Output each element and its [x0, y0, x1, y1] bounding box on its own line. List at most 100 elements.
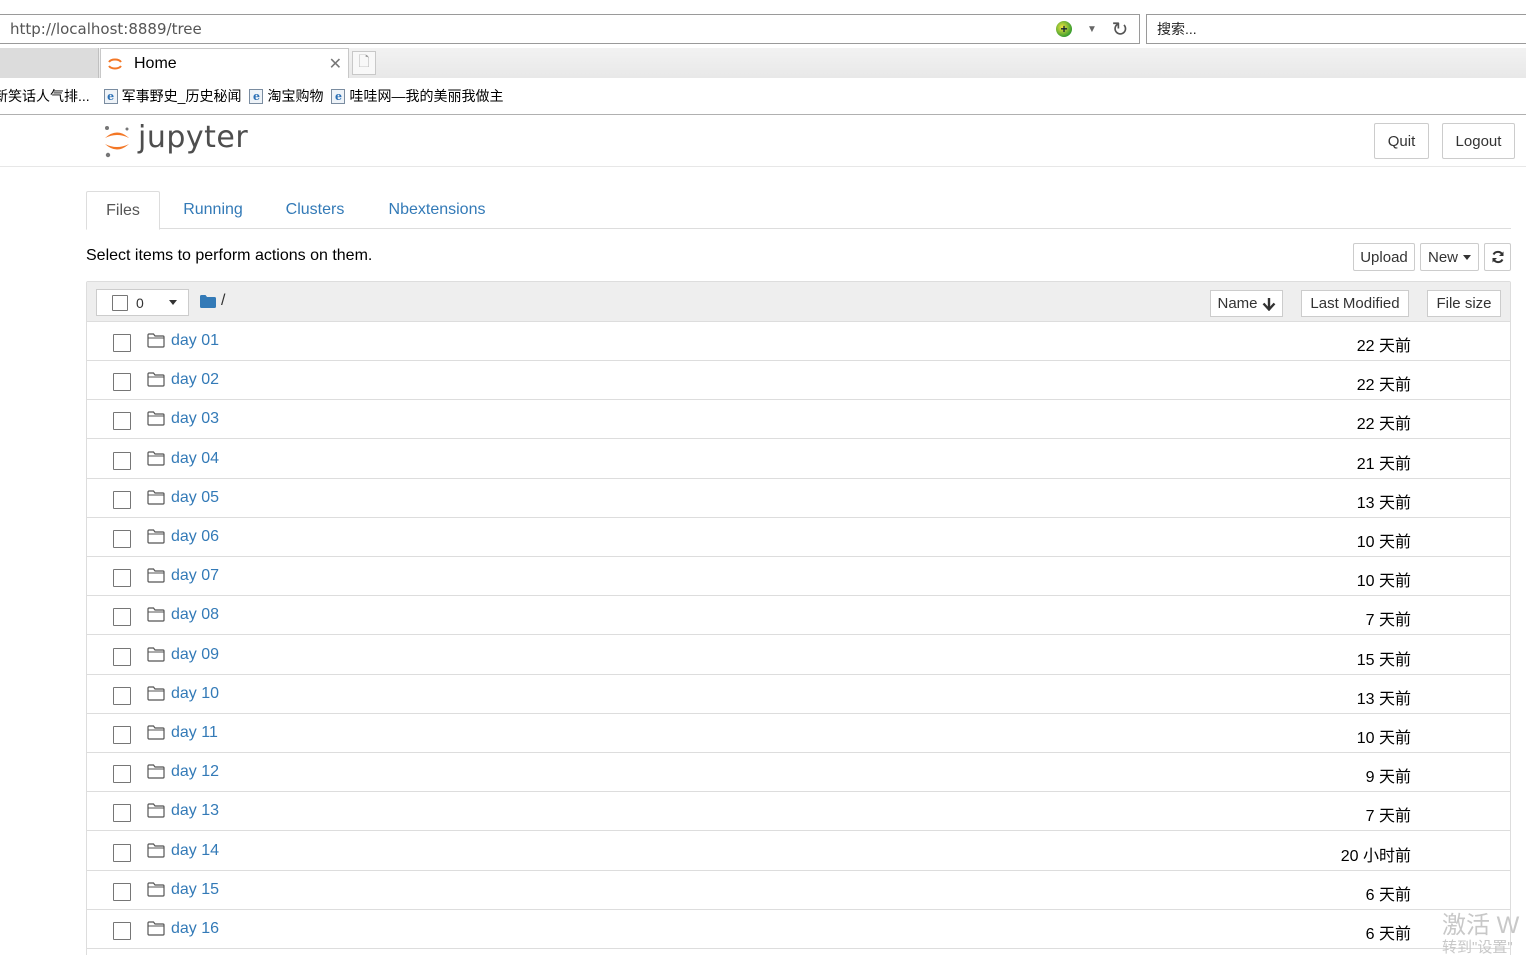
row-checkbox[interactable] — [113, 765, 131, 784]
file-name-link[interactable]: day 11 — [171, 724, 218, 742]
new-button[interactable]: New — [1420, 243, 1479, 271]
row-checkbox[interactable] — [113, 726, 131, 744]
favorite-link[interactable]: e 哇哇网—我的美丽我做主 — [331, 86, 503, 106]
refresh-list-button[interactable] — [1484, 243, 1511, 271]
sort-name-label: Name — [1217, 295, 1258, 312]
row-checkbox[interactable] — [113, 412, 131, 431]
file-name-link[interactable]: day 03 — [171, 410, 219, 428]
row-checkbox[interactable] — [113, 804, 131, 823]
file-row[interactable]: day 13 7 天前 — [87, 792, 1510, 832]
file-row[interactable]: day 15 6 天前 — [87, 870, 1510, 910]
page-icon: e — [103, 88, 118, 104]
file-row[interactable]: day 10 13 天前 — [87, 674, 1510, 714]
activation-watermark: 激活 W — [1442, 912, 1520, 939]
file-name-link[interactable]: day 12 — [171, 763, 219, 781]
select-all-control[interactable]: 0 — [96, 289, 158, 316]
folder-icon — [147, 646, 165, 662]
sort-by-modified-button[interactable]: Last Modified — [1301, 290, 1409, 317]
breadcrumb-root[interactable]: / — [221, 292, 225, 310]
folder-icon[interactable] — [200, 295, 216, 308]
go-icon[interactable]: + — [1055, 20, 1073, 38]
last-modified: 13 天前 — [1356, 690, 1411, 708]
file-row[interactable]: day 12 9 天前 — [87, 753, 1510, 793]
file-name-link[interactable]: day 09 — [171, 646, 219, 664]
instruction-text: Select items to perform actions on them. — [86, 247, 373, 264]
row-checkbox[interactable] — [113, 373, 131, 392]
file-row[interactable]: day 07 10 天前 — [87, 557, 1510, 597]
file-name-link[interactable]: day 08 — [171, 606, 219, 624]
row-checkbox[interactable] — [113, 686, 131, 705]
file-name-link[interactable]: day 13 — [171, 802, 219, 820]
folder-icon — [147, 686, 165, 701]
row-checkbox[interactable] — [113, 647, 131, 666]
arrow-down-icon — [1262, 297, 1275, 311]
browser-tab-blank[interactable] — [0, 48, 99, 78]
favorite-link[interactable]: 新笑话人气排... — [0, 86, 90, 106]
address-bar[interactable]: http://localhost:8889/tree + ▼ ↻ — [0, 14, 1140, 44]
sort-by-name-button[interactable]: Name — [1210, 290, 1283, 317]
url-text[interactable]: http://localhost:8889/tree — [0, 20, 1055, 38]
search-input[interactable]: 搜索... — [1146, 14, 1526, 44]
file-row[interactable]: day 14 20 小时前 — [87, 831, 1510, 871]
row-checkbox[interactable] — [113, 490, 131, 509]
favorites-bar: 新笑话人气排... e 军事野史_历史秘闻 e 淘宝购物 e 哇哇网—我的美丽我做主 — [0, 78, 1526, 115]
file-row[interactable]: day 04 21 天前 — [87, 439, 1510, 479]
file-row[interactable]: day 16 6 天前 — [87, 910, 1510, 949]
quit-button[interactable]: Quit — [1374, 123, 1429, 159]
row-checkbox[interactable] — [113, 882, 131, 901]
file-row[interactable]: day 08 7 天前 — [87, 596, 1510, 636]
jupyter-logo-icon[interactable] — [102, 124, 132, 158]
row-checkbox[interactable] — [113, 334, 131, 352]
jupyter-header: jupyter Quit Logout — [0, 116, 1526, 167]
file-row[interactable]: day 09 15 天前 — [87, 635, 1510, 675]
file-name-link[interactable]: day 16 — [171, 920, 219, 938]
file-name-link[interactable]: day 10 — [171, 685, 219, 703]
logout-button[interactable]: Logout — [1442, 123, 1515, 159]
file-name-link[interactable]: day 07 — [171, 567, 219, 585]
folder-icon — [147, 372, 165, 387]
file-row[interactable]: day 03 22 天前 — [87, 400, 1510, 440]
file-name-link[interactable]: day 06 — [171, 528, 219, 546]
row-checkbox[interactable] — [113, 843, 131, 862]
last-modified: 22 天前 — [1356, 416, 1411, 434]
file-row[interactable]: day 02 22 天前 — [87, 361, 1510, 401]
file-row[interactable]: day 11 10 天前 — [87, 714, 1510, 753]
file-name-link[interactable]: day 14 — [171, 842, 219, 860]
selection-dropdown-button[interactable] — [157, 289, 189, 316]
file-row[interactable]: day 05 13 天前 — [87, 478, 1510, 518]
activation-watermark-sub: 转到"设置" — [1442, 939, 1513, 955]
page-icon: e — [249, 88, 264, 104]
row-checkbox[interactable] — [113, 922, 131, 940]
row-checkbox[interactable] — [113, 451, 131, 470]
upload-button[interactable]: Upload — [1353, 243, 1415, 271]
file-name-link[interactable]: day 15 — [171, 881, 219, 899]
tab-running[interactable]: Running — [170, 191, 256, 229]
row-checkbox[interactable] — [113, 569, 131, 588]
file-row[interactable]: day 06 10 天前 — [87, 518, 1510, 557]
dropdown-arrow-icon[interactable]: ▼ — [1083, 20, 1101, 38]
new-tab-icon[interactable]: 🗋 — [352, 51, 376, 75]
refresh-icon[interactable]: ↻ — [1111, 19, 1129, 41]
favorite-link[interactable]: e 淘宝购物 — [249, 86, 323, 106]
favorite-link[interactable]: e 军事野史_历史秘闻 — [103, 86, 241, 106]
tab-clusters[interactable]: Clusters — [272, 191, 358, 229]
file-name-link[interactable]: day 01 — [171, 332, 219, 350]
tab-files[interactable]: Files — [86, 191, 160, 230]
browser-tab-strip: Home ✕ 🗋 — [0, 48, 1526, 78]
file-name-link[interactable]: day 05 — [171, 489, 219, 507]
file-name-link[interactable]: day 04 — [171, 450, 219, 468]
close-tab-icon[interactable]: ✕ — [329, 54, 342, 74]
browser-tab-home[interactable]: Home ✕ — [100, 48, 349, 78]
folder-icon — [147, 450, 165, 466]
row-checkbox[interactable] — [113, 608, 131, 627]
file-row[interactable]: day 01 22 天前 — [87, 322, 1510, 361]
row-checkbox[interactable] — [113, 530, 131, 548]
last-modified: 9 天前 — [1365, 769, 1411, 787]
tab-nbextensions[interactable]: Nbextensions — [376, 191, 498, 229]
file-name-link[interactable]: day 02 — [171, 371, 219, 389]
browser-tab-title: Home — [134, 54, 177, 72]
last-modified: 15 天前 — [1356, 651, 1411, 669]
sort-by-size-button[interactable]: File size — [1427, 290, 1501, 317]
jupyter-wordmark[interactable]: jupyter — [138, 120, 248, 155]
select-all-checkbox[interactable] — [112, 294, 128, 311]
